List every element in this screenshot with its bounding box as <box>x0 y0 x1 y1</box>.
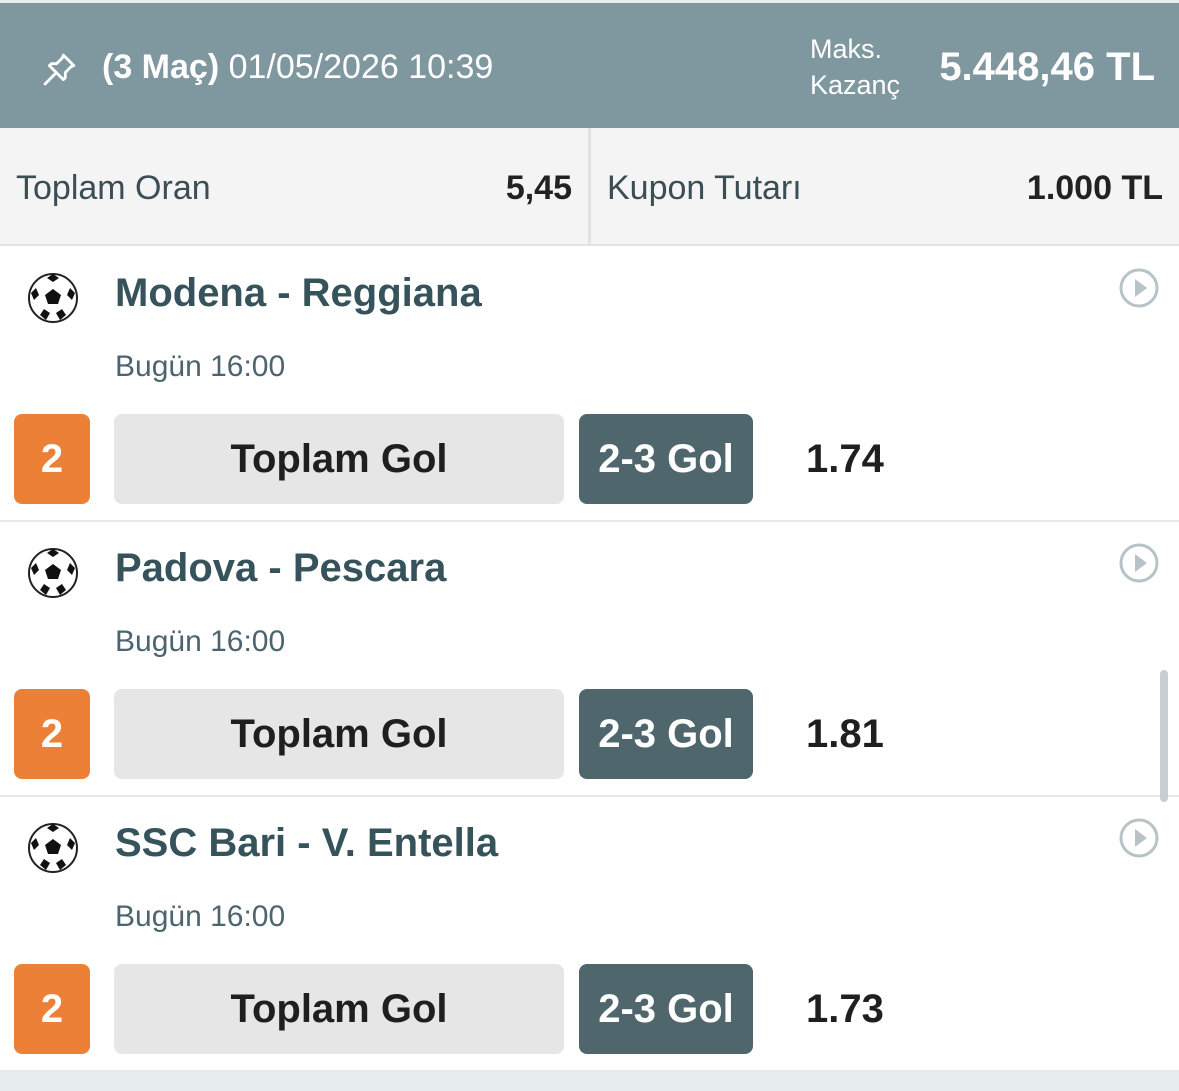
selection-badge: 2-3 Gol <box>579 689 753 779</box>
coupon-datetime: 01/05/2026 10:39 <box>228 48 494 86</box>
match-card[interactable]: Padova - Pescara Bugün 16:00 2 Toplam Go… <box>0 522 1179 797</box>
play-circle-icon[interactable] <box>1118 542 1160 584</box>
play-circle-icon[interactable] <box>1118 817 1160 859</box>
max-win-value: 5.448,46 TL <box>939 45 1155 89</box>
max-win-label: Maks. Kazanç <box>810 34 901 100</box>
summary-divider <box>588 128 591 246</box>
scrollbar[interactable] <box>1160 670 1168 802</box>
match-count: (3 Maç) <box>102 48 220 86</box>
odd-value: 1.74 <box>806 437 884 481</box>
total-odds-value: 5,45 <box>505 169 572 207</box>
soccer-ball-icon <box>28 823 78 873</box>
coupon-title: (3 Maç) 01/05/2026 10:39 <box>102 43 493 91</box>
market-name: Toplam Gol <box>114 964 564 1054</box>
odd-value: 1.81 <box>806 712 884 756</box>
soccer-ball-icon <box>28 273 78 323</box>
selection-badge: 2-3 Gol <box>579 964 753 1054</box>
match-title[interactable]: SSC Bari - V. Entella <box>115 817 498 869</box>
selection-badge: 2-3 Gol <box>579 414 753 504</box>
stake-value: 1.000 TL <box>1026 169 1163 207</box>
match-card[interactable]: Modena - Reggiana Bugün 16:00 2 Toplam G… <box>0 247 1179 522</box>
odd-value: 1.73 <box>806 987 884 1031</box>
bottom-strip <box>0 1072 1179 1091</box>
play-circle-icon[interactable] <box>1118 267 1160 309</box>
market-name: Toplam Gol <box>114 414 564 504</box>
coupon-summary: Toplam Oran 5,45 Kupon Tutarı 1.000 TL <box>0 128 1179 246</box>
pick-badge: 2 <box>14 414 90 504</box>
stake-label: Kupon Tutarı <box>607 169 802 207</box>
coupon-header: (3 Maç) 01/05/2026 10:39 Maks. Kazanç 5.… <box>0 0 1179 128</box>
match-card[interactable]: SSC Bari - V. Entella Bugün 16:00 2 Topl… <box>0 797 1179 1072</box>
total-odds-label: Toplam Oran <box>16 169 211 207</box>
match-time: Bugün 16:00 <box>115 900 286 933</box>
match-title[interactable]: Padova - Pescara <box>115 542 446 594</box>
match-title[interactable]: Modena - Reggiana <box>115 267 482 319</box>
soccer-ball-icon <box>28 548 78 598</box>
match-time: Bugün 16:00 <box>115 350 286 383</box>
pick-badge: 2 <box>14 689 90 779</box>
match-time: Bugün 16:00 <box>115 625 286 658</box>
pick-badge: 2 <box>14 964 90 1054</box>
pin-icon[interactable] <box>38 49 80 91</box>
market-name: Toplam Gol <box>114 689 564 779</box>
